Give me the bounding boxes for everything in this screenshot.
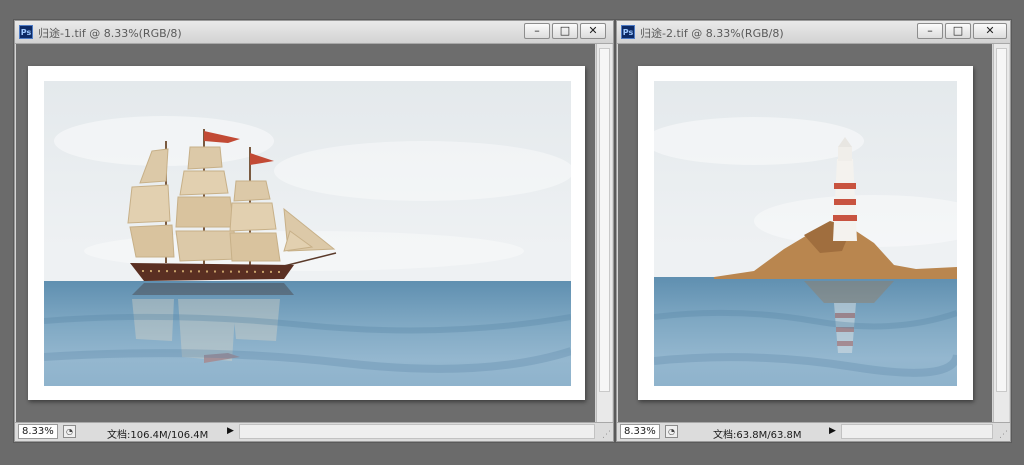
window-titlebar[interactable]: Ps 归途-2.tif @ 8.33%(RGB/8) – □ ✕ — [617, 21, 1010, 44]
sail — [229, 202, 277, 232]
cloud — [274, 141, 571, 201]
artwork-ship — [44, 81, 571, 386]
water-texture — [654, 309, 957, 330]
document-window-2[interactable]: Ps 归途-2.tif @ 8.33%(RGB/8) – □ ✕ 8.33% ◔… — [616, 20, 1011, 442]
lighthouse-reflection — [804, 281, 894, 353]
sail — [229, 232, 281, 262]
close-button[interactable]: ✕ — [580, 23, 606, 39]
horizontal-scrollbar[interactable] — [841, 424, 993, 439]
status-bar: 8.33% ◔ 文档:63.8M/63.8M ▶ ⋰ — [617, 422, 1010, 441]
window-titlebar[interactable]: Ps 归途-1.tif @ 8.33%(RGB/8) – □ ✕ — [15, 21, 613, 44]
canvas-area[interactable] — [618, 44, 992, 422]
status-bar: 8.33% ◔ 文档:106.4M/106.4M ▶ ⋰ — [15, 422, 613, 441]
resize-grip-icon[interactable]: ⋰ — [999, 430, 1008, 440]
vertical-scrollbar[interactable] — [596, 44, 612, 422]
vertical-scrollbar[interactable] — [993, 44, 1009, 422]
window-title: 归途-2.tif @ 8.33%(RGB/8) — [640, 27, 784, 40]
sail — [175, 196, 235, 228]
sail — [187, 146, 223, 170]
flag — [250, 153, 274, 165]
document-info: 文档:106.4M/106.4M — [107, 430, 209, 441]
preview-icon[interactable]: ◔ — [63, 425, 76, 438]
sail — [127, 184, 171, 224]
sail — [175, 230, 239, 262]
canvas-area[interactable] — [16, 44, 595, 422]
window-title: 归途-1.tif @ 8.33%(RGB/8) — [38, 27, 182, 40]
ship-hull — [130, 263, 294, 281]
horizontal-scrollbar[interactable] — [239, 424, 595, 439]
minimize-button[interactable]: – — [524, 23, 550, 39]
sail — [129, 224, 175, 258]
zoom-level[interactable]: 8.33% — [620, 424, 660, 439]
lighthouse-illustration — [654, 117, 957, 377]
photoshop-icon: Ps — [19, 25, 33, 39]
lighthouse-stripe — [834, 199, 856, 205]
maximize-button[interactable]: □ — [945, 23, 971, 39]
lighthouse-stripe — [833, 215, 857, 221]
document-window-1[interactable]: Ps 归途-1.tif @ 8.33%(RGB/8) – □ ✕ 8.33% ◔… — [14, 20, 614, 442]
preview-icon[interactable]: ◔ — [665, 425, 678, 438]
lighthouse-stripe — [834, 183, 856, 189]
minimize-button[interactable]: – — [917, 23, 943, 39]
status-menu-arrow[interactable]: ▶ — [829, 425, 839, 438]
ship-illustration — [44, 116, 571, 373]
close-button[interactable]: ✕ — [973, 23, 1007, 39]
zoom-level[interactable]: 8.33% — [18, 424, 58, 439]
scrollbar-thumb[interactable] — [599, 48, 610, 392]
document-info: 文档:63.8M/63.8M — [713, 430, 802, 441]
maximize-button[interactable]: □ — [552, 23, 578, 39]
cloud — [654, 117, 864, 165]
water-texture — [44, 313, 571, 334]
resize-grip-icon[interactable]: ⋰ — [602, 430, 611, 440]
water-texture — [44, 347, 571, 373]
lighthouse-lamp — [838, 147, 852, 161]
sail — [179, 170, 229, 196]
photoshop-icon: Ps — [621, 25, 635, 39]
status-menu-arrow[interactable]: ▶ — [227, 425, 237, 438]
sail — [233, 180, 271, 202]
artwork-lighthouse — [654, 81, 957, 386]
water-texture — [654, 353, 957, 377]
scrollbar-thumb[interactable] — [996, 48, 1007, 392]
